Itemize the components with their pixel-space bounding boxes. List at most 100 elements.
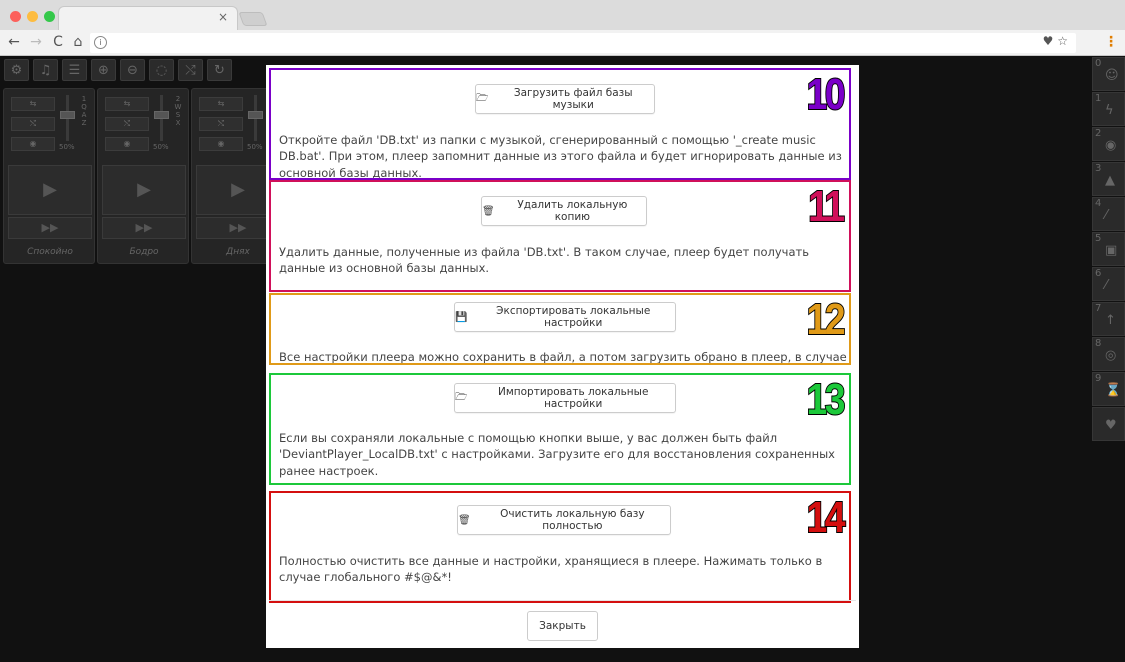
repeat-button[interactable]: ⇆ (11, 97, 55, 111)
section-action-button[interactable]: 🗁 Загрузить файл базы музыки (475, 84, 655, 114)
section-number: 11 (808, 182, 847, 231)
repeat-button[interactable]: ⇆ (105, 97, 149, 111)
shuffle-button[interactable]: ⤭ (199, 117, 243, 131)
close-button[interactable]: Закрыть (527, 611, 598, 641)
address-bar[interactable]: i ♥ ☆ (90, 33, 1076, 53)
gear-icon[interactable]: ⚙ (4, 59, 29, 81)
section-number: 14 (806, 493, 847, 542)
player-right-bar: 0 ☺ 1 ϟ 2 ◉ 3 ▲ 4 ⁄ 5 ▣ 6 ⁄ 7 ↑ 8 ◎ 9 ⌛ ♥ (1092, 57, 1125, 442)
level-up-icon: ↑ (1105, 313, 1116, 328)
mood-button[interactable]: 9 ⌛ (1092, 372, 1125, 406)
section-action-button[interactable]: 💾 Экспортировать локальные настройки (454, 302, 676, 332)
modal-footer-divider (269, 600, 856, 601)
hide-icon[interactable]: ◌ (149, 59, 174, 81)
section-action-button[interactable]: 🗑 Удалить локальную копию (481, 196, 647, 226)
browser-tabstrip: × (0, 0, 1125, 30)
button-icon: 💾 (455, 311, 468, 323)
mood-button[interactable]: 8 ◎ (1092, 337, 1125, 371)
shuffle-button[interactable]: ⤭ (11, 117, 55, 131)
mood-hotkey: 9 (1095, 373, 1102, 384)
button-icon: 🗑 (458, 514, 471, 526)
button-label: Очистить локальную базу полностью (500, 508, 645, 532)
zoom-in-icon[interactable]: ⊕ (91, 59, 116, 81)
settings-section-12: 💾 Экспортировать локальные настройки Все н… (269, 293, 851, 365)
button-label: Удалить локальную копию (517, 199, 628, 223)
mood-button[interactable]: 5 ▣ (1092, 232, 1125, 266)
reload-icon[interactable]: C (50, 34, 66, 50)
channel-name: Спокойно (27, 247, 73, 257)
minimize-window-button[interactable] (27, 11, 38, 22)
browser-tab[interactable]: × (58, 6, 238, 30)
section-number: 13 (806, 375, 847, 424)
visibility-button[interactable]: ◉ (105, 137, 149, 151)
tab-close-icon[interactable]: × (218, 10, 228, 24)
mood-button[interactable]: 1ϟ (1092, 92, 1125, 126)
mood-hotkey: 2 (1095, 128, 1102, 139)
settings-modal: 🗁 Загрузить файл базы музыки Откройте файл… (266, 65, 859, 648)
music-icon[interactable]: ♫ (33, 59, 58, 81)
mood-hotkey: 5 (1095, 233, 1102, 244)
magic-icon: ⁄ (1105, 208, 1108, 223)
hourglass-icon: ⌛ (1105, 383, 1122, 398)
channel-name: Бодро (129, 247, 159, 257)
forward-icon[interactable]: → (28, 34, 44, 50)
next-track-button[interactable]: ▶▶ (102, 217, 186, 239)
mood-button[interactable]: 7 ↑ (1092, 302, 1125, 336)
mood-button[interactable]: 4 ⁄ (1092, 197, 1125, 231)
section-description: Если вы сохраняли локальные с помощью кн… (279, 431, 835, 478)
volume-fader-knob[interactable] (60, 111, 75, 119)
bookmark-icons[interactable]: ♥ ☆ (1043, 34, 1068, 48)
settings-section-13: 🗁 Импортировать локальные настройки Если в… (269, 373, 851, 485)
section-action-button[interactable]: 🗁 Импортировать локальные настройки (454, 383, 676, 413)
section-description: Полностью очистить все данные и настройк… (279, 554, 823, 585)
settings-section-11: 🗑 Удалить локальную копию Удалить данные, … (269, 180, 851, 292)
database-icon[interactable]: ☰ (62, 59, 87, 81)
mood-hotkey: 1 (1095, 93, 1102, 104)
mood-hotkey: 3 (1095, 163, 1102, 174)
back-icon[interactable]: ← (6, 34, 22, 50)
settings-section-10: 🗁 Загрузить файл базы музыки Откройте файл… (269, 68, 851, 180)
volume-fader-knob[interactable] (154, 111, 169, 119)
settings-section-14: 🗑 Очистить локальную базу полностью Полнос… (269, 491, 851, 603)
button-label: Экспортировать локальные настройки (496, 305, 651, 329)
volume-fader-knob[interactable] (248, 111, 263, 119)
new-tab-button[interactable] (238, 12, 268, 26)
refresh-icon[interactable]: ↻ (207, 59, 232, 81)
zoom-out-icon[interactable]: ⊖ (120, 59, 145, 81)
home-icon[interactable]: ⌂ (70, 34, 86, 50)
visibility-button[interactable]: ◉ (11, 137, 55, 151)
feather-icon: ⁄ (1105, 278, 1108, 293)
money-icon: ▣ (1105, 243, 1118, 258)
hotkey-labels: 2 W S X (174, 95, 182, 127)
section-number: 10 (806, 70, 847, 119)
play-button[interactable]: ▶ (8, 165, 92, 215)
volume-percent: 50% (59, 143, 75, 151)
shuffle-button[interactable]: ⤭ (105, 117, 149, 131)
mood-button[interactable]: 0 ☺ (1092, 57, 1125, 91)
next-track-button[interactable]: ▶▶ (8, 217, 92, 239)
mood-hotkey: 0 (1095, 58, 1102, 69)
player-toolbar: ⚙ ♫ ☰ ⊕ ⊖ ◌ ⤭ ↻ (0, 57, 270, 83)
site-info-icon[interactable]: i (94, 36, 107, 49)
heartbeat-icon: ♥ (1105, 418, 1117, 433)
mood-button[interactable]: 2 ◉ (1092, 127, 1125, 161)
shuffle-icon[interactable]: ⤭ (178, 59, 203, 81)
close-window-button[interactable] (10, 11, 21, 22)
maximize-window-button[interactable] (44, 11, 55, 22)
mood-hotkey: 4 (1095, 198, 1102, 209)
button-label: Импортировать локальные настройки (497, 386, 649, 410)
browser-menu-icon[interactable]: ⋮ (1104, 34, 1118, 50)
mood-button[interactable]: ♥ (1092, 407, 1125, 441)
section-description: Все настройки плеера можно сохранить в ф… (279, 350, 847, 364)
mood-button[interactable]: 3 ▲ (1092, 162, 1125, 196)
smile-icon: ☺ (1105, 68, 1119, 83)
repeat-button[interactable]: ⇆ (199, 97, 243, 111)
section-action-button[interactable]: 🗑 Очистить локальную базу полностью (457, 505, 671, 535)
mood-button[interactable]: 6 ⁄ (1092, 267, 1125, 301)
section-description: Удалить данные, полученные из файла 'DB.… (279, 245, 809, 276)
play-button[interactable]: ▶ (102, 165, 186, 215)
visibility-button[interactable]: ◉ (199, 137, 243, 151)
button-label: Загрузить файл базы музыки (513, 87, 633, 111)
section-description: Откройте файл 'DB.txt' из папки с музыко… (279, 133, 842, 180)
section-number: 12 (806, 295, 847, 344)
